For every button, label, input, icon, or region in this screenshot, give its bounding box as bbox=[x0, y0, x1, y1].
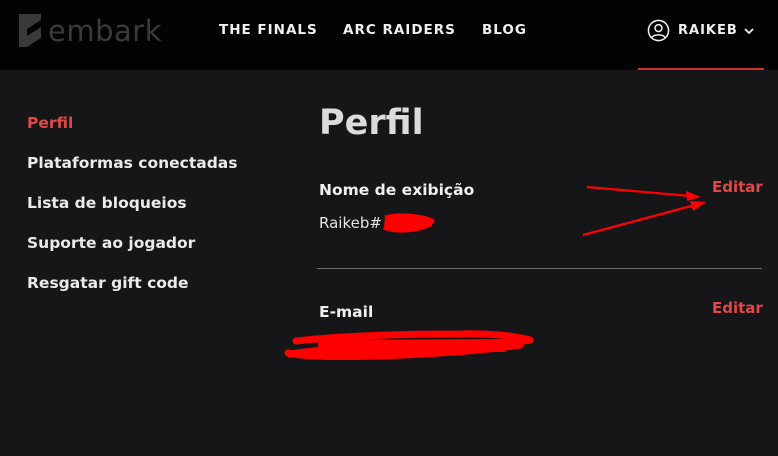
user-avatar-icon bbox=[647, 19, 670, 42]
sidebar-item-resgatar-gift-code[interactable]: Resgatar gift code bbox=[27, 273, 238, 313]
nav-link-blog[interactable]: BLOG bbox=[482, 22, 527, 38]
page-title: Perfil bbox=[319, 103, 424, 143]
embark-logo[interactable]: embark bbox=[18, 14, 162, 48]
annotation-arrow-1 bbox=[586, 185, 701, 201]
sidebar-item-lista-de-bloqueios[interactable]: Lista de bloqueios bbox=[27, 193, 238, 233]
sidebar-item-perfil[interactable]: Perfil bbox=[27, 113, 238, 153]
user-name: RAIKEB bbox=[678, 23, 738, 38]
display-name-label: Nome de exibição bbox=[319, 181, 475, 199]
redaction-scribble-email bbox=[284, 330, 534, 361]
edit-email-button[interactable]: Editar bbox=[712, 299, 763, 317]
top-navigation-bar: embark THE FINALS ARC RAIDERS BLOG RAIKE… bbox=[0, 0, 778, 70]
edit-display-name-button[interactable]: Editar bbox=[712, 178, 763, 196]
account-sidebar: Perfil Plataformas conectadas Lista de b… bbox=[27, 113, 238, 313]
nav-link-the-finals[interactable]: THE FINALS bbox=[219, 22, 318, 38]
chevron-down-icon bbox=[744, 28, 754, 35]
annotation-arrow-2 bbox=[582, 201, 706, 237]
section-divider bbox=[317, 268, 762, 269]
user-menu-button[interactable]: RAIKEB bbox=[638, 0, 764, 70]
sidebar-item-suporte-ao-jogador[interactable]: Suporte ao jogador bbox=[27, 233, 238, 273]
embark-logo-mark-icon bbox=[19, 14, 41, 47]
sidebar-item-plataformas-conectadas[interactable]: Plataformas conectadas bbox=[27, 153, 238, 193]
brand-wordmark: embark bbox=[48, 14, 162, 48]
redaction-scribble-display-name bbox=[382, 213, 435, 233]
nav-link-arc-raiders[interactable]: ARC RAIDERS bbox=[343, 22, 456, 38]
email-label: E-mail bbox=[319, 303, 374, 321]
display-name-value: Raikeb# bbox=[319, 214, 382, 232]
